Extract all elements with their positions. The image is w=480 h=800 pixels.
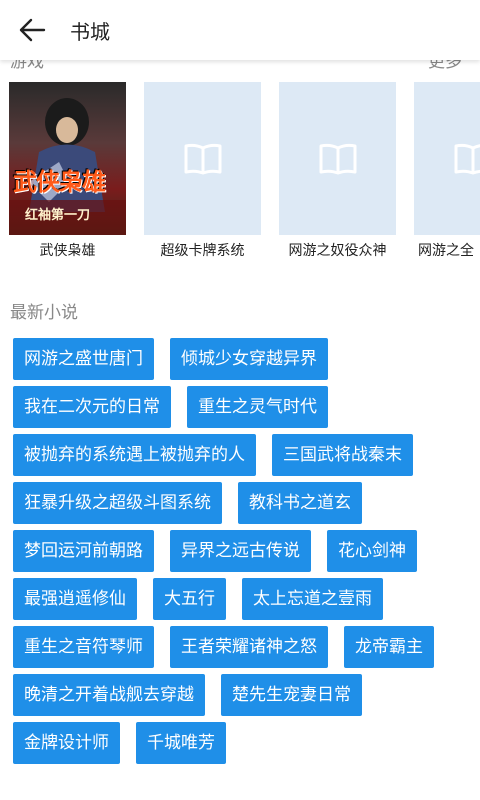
- novel-tag[interactable]: 最强逍遥修仙: [13, 578, 137, 620]
- novel-tag[interactable]: 我在二次元的日常: [13, 386, 171, 428]
- cover-subtitle-text: 红袖第一刀: [25, 208, 91, 223]
- novel-tag[interactable]: 重生之音符琴师: [13, 626, 154, 668]
- book-title: 武侠枭雄: [39, 243, 96, 259]
- latest-novels-label: 最新小说: [10, 303, 78, 323]
- book-cover: 武侠枭雄 红袖第一刀: [9, 82, 126, 235]
- novel-tag[interactable]: 网游之盛世唐门: [13, 338, 154, 380]
- back-button[interactable]: [0, 0, 64, 60]
- novel-tag[interactable]: 重生之灵气时代: [187, 386, 328, 428]
- novel-tag[interactable]: 太上忘道之壹雨: [242, 578, 383, 620]
- novel-tag[interactable]: 大五行: [153, 578, 226, 620]
- novel-tag[interactable]: 龙帝霸主: [344, 626, 434, 668]
- novel-tag[interactable]: 教科书之道玄: [238, 482, 362, 524]
- book-shelf: 武侠枭雄 红袖第一刀 武侠枭雄 超级卡牌系统 网游之奴役众神 网游之全: [0, 82, 480, 262]
- cover-title-text: 武侠枭雄: [13, 167, 106, 196]
- novel-tag[interactable]: 倾城少女穿越异界: [170, 338, 328, 380]
- novel-tag[interactable]: 楚先生宠妻日常: [221, 674, 362, 716]
- novel-tag[interactable]: 花心剑神: [327, 530, 417, 572]
- novel-tag[interactable]: 梦回运河前朝路: [13, 530, 154, 572]
- novel-tag[interactable]: 被抛弃的系统遇上被抛弃的人: [13, 434, 256, 476]
- novel-tag[interactable]: 狂暴升级之超级斗图系统: [13, 482, 222, 524]
- novel-tag-list: 网游之盛世唐门 倾城少女穿越异界 我在二次元的日常 重生之灵气时代 被抛弃的系统…: [8, 338, 472, 770]
- novel-tag[interactable]: 千城唯芳: [136, 722, 226, 764]
- book-cover: [279, 82, 396, 235]
- book-card[interactable]: 武侠枭雄 红袖第一刀 武侠枭雄: [9, 82, 126, 260]
- novel-tag[interactable]: 三国武将战秦末: [272, 434, 413, 476]
- book-title: 网游之全: [418, 243, 474, 259]
- book-card[interactable]: 超级卡牌系统: [144, 82, 261, 260]
- app-header: 书城: [0, 0, 480, 60]
- book-icon: [184, 143, 221, 174]
- book-title: 网游之奴役众神: [288, 243, 387, 259]
- arrow-left-icon: [19, 18, 46, 42]
- book-cover: [414, 82, 480, 235]
- book-card[interactable]: 网游之全: [414, 82, 480, 260]
- novel-tag[interactable]: 晚清之开着战舰去穿越: [13, 674, 205, 716]
- page-title: 书城: [70, 19, 110, 44]
- book-icon: [319, 143, 356, 174]
- book-title: 超级卡牌系统: [160, 243, 245, 259]
- novel-tag[interactable]: 王者荣耀诸神之怒: [170, 626, 328, 668]
- book-icon: [454, 143, 480, 174]
- book-cover: [144, 82, 261, 235]
- book-card[interactable]: 网游之奴役众神: [279, 82, 396, 260]
- novel-tag[interactable]: 金牌设计师: [13, 722, 120, 764]
- novel-tag[interactable]: 异界之远古传说: [170, 530, 311, 572]
